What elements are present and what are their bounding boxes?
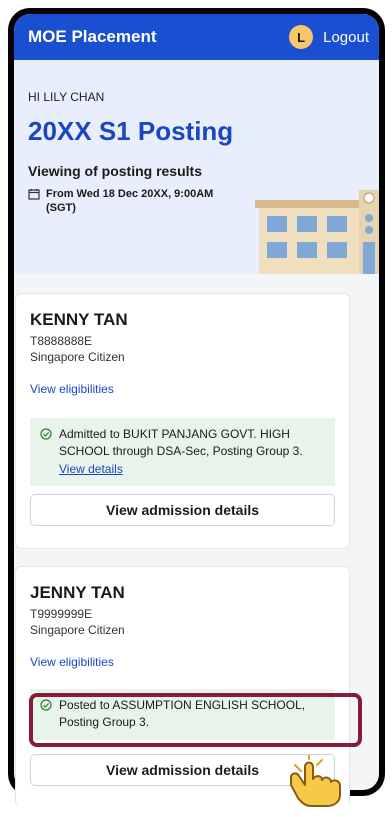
- avatar[interactable]: L: [289, 25, 314, 49]
- posting-date-text: From Wed 18 Dec 20XX, 9:00AM (SGT): [46, 188, 214, 215]
- pointing-hand-icon: [290, 755, 341, 807]
- hero-banner: HI LILY CHAN 20XX S1 Posting Viewing of …: [14, 60, 379, 274]
- page-title: 20XX S1 Posting: [28, 116, 234, 146]
- posting-date: From Wed 18 Dec 20XX, 9:00AM (SGT): [28, 187, 218, 216]
- view-eligibilities-link[interactable]: View eligibilities: [30, 382, 335, 396]
- student-id: T9999999E: [30, 607, 93, 621]
- student-name: JENNY TAN: [30, 583, 125, 602]
- highlight-box: [29, 693, 362, 747]
- view-eligibilities-link[interactable]: View eligibilities: [30, 655, 335, 669]
- calendar-icon: [28, 189, 40, 200]
- admission-result: Admitted to BUKIT PANJANG GOVT. HIGH SCH…: [30, 418, 335, 487]
- school-building-illustration: [255, 190, 379, 274]
- logout-link[interactable]: Logout: [323, 29, 369, 46]
- check-circle-icon: [40, 428, 52, 440]
- posting-subtitle: Viewing of posting results: [28, 163, 202, 179]
- view-admission-details-button[interactable]: View admission details: [30, 494, 335, 527]
- admission-result-text: Admitted to BUKIT PANJANG GOVT. HIGH SCH…: [59, 427, 303, 459]
- student-card-kenny: KENNY TAN T8888888E Singapore Citizen Vi…: [15, 293, 350, 549]
- user-menu: L Logout: [289, 25, 369, 49]
- student-id: T8888888E: [30, 334, 93, 348]
- view-details-link[interactable]: View details: [59, 462, 123, 476]
- student-name: KENNY TAN: [30, 310, 128, 329]
- app-title: MOE Placement: [28, 27, 157, 46]
- student-citizenship: Singapore Citizen: [30, 623, 125, 637]
- student-citizenship: Singapore Citizen: [30, 350, 125, 364]
- greeting: HI LILY CHAN: [28, 90, 105, 104]
- top-bar: MOE Placement L Logout: [14, 14, 379, 60]
